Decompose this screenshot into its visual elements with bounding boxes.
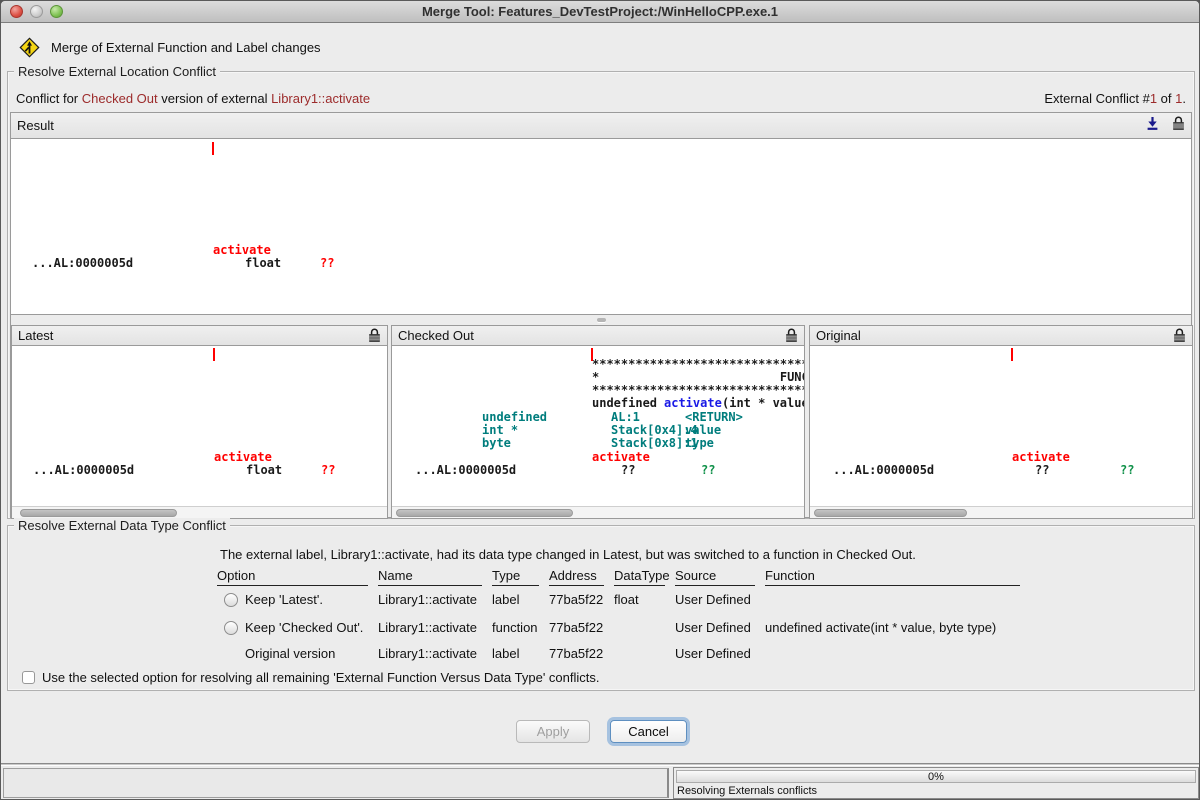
resolve-external-data-type-conflict-group: Resolve External Data Type Conflict The …: [7, 525, 1195, 691]
original-panel-header: Original: [810, 326, 1192, 346]
external-conflict-counter: External Conflict #1 of 1.: [1044, 91, 1186, 106]
source-cell: User Defined: [675, 620, 765, 635]
checked-out-panel: Checked Out ****************************…: [391, 325, 805, 519]
conflict-description-line: Conflict for Checked Out version of exte…: [16, 91, 1186, 106]
conflict-version: Checked Out: [82, 91, 158, 106]
splitter-grip-icon[interactable]: [597, 318, 606, 322]
datatype-cell: float: [614, 592, 675, 607]
type-cell: label: [492, 592, 549, 607]
progress-bar: 0%: [676, 770, 1196, 783]
option-label[interactable]: Keep 'Latest'.: [245, 592, 323, 607]
checked-out-panel-title: Checked Out: [398, 328, 474, 343]
apply-button[interactable]: Apply: [516, 720, 590, 743]
column-option: Option: [217, 568, 368, 586]
address-cell: 77ba5f22: [549, 620, 614, 635]
latest-listing[interactable]: activate...AL:0000005dfloat??: [12, 346, 387, 506]
data-type-conflict-description: The external label, Library1::activate, …: [220, 547, 916, 562]
column-source: Source: [675, 568, 755, 586]
lock-icon[interactable]: [368, 328, 381, 343]
merge-phase-header: Merge of External Function and Label cha…: [19, 37, 321, 58]
function-cell: undefined activate(int * value, byte typ…: [765, 620, 1020, 635]
task-label: Resolving Externals conflicts: [677, 785, 817, 797]
use-for-all-row: Use the selected option for resolving al…: [22, 670, 600, 685]
lock-icon[interactable]: [1172, 116, 1185, 131]
merge-phase-title: Merge of External Function and Label cha…: [51, 40, 321, 55]
column-address: Address: [549, 568, 604, 586]
merge-listing-container: Result activ: [10, 112, 1192, 518]
task-progress-area: 0% Resolving Externals conflicts: [673, 767, 1199, 799]
horizontal-splitter[interactable]: [11, 315, 1191, 325]
keep-checked-out-radio[interactable]: [224, 621, 238, 635]
table-row-keep-checked-out: Keep 'Checked Out'. Library1::activate f…: [217, 620, 1020, 635]
merge-tool-window: Merge Tool: Features_DevTestProject:/Win…: [0, 0, 1200, 800]
merge-road-sign-icon: [19, 37, 40, 58]
titlebar: Merge Tool: Features_DevTestProject:/Win…: [1, 1, 1199, 23]
checked-out-horizontal-scrollbar[interactable]: [392, 506, 804, 518]
conflict-middle: version of external: [158, 91, 271, 106]
progress-percent: 0%: [928, 771, 944, 783]
address-cell: 77ba5f22: [549, 592, 614, 607]
status-message-area: [3, 768, 669, 798]
name-cell: Library1::activate: [378, 592, 492, 607]
column-name: Name: [378, 568, 482, 586]
latest-horizontal-scrollbar[interactable]: [12, 506, 387, 518]
source-cell: User Defined: [675, 646, 765, 661]
table-row-original-version: Original version Library1::activate labe…: [217, 646, 1020, 661]
source-cell: User Defined: [675, 592, 765, 607]
type-cell: function: [492, 620, 549, 635]
column-datatype: DataType: [614, 568, 665, 586]
use-for-all-checkbox[interactable]: [22, 671, 35, 684]
window-title: Merge Tool: Features_DevTestProject:/Win…: [1, 4, 1199, 19]
conflict-symbol: Library1::activate: [271, 91, 370, 106]
resolve-external-location-conflict-group: Resolve External Location Conflict Confl…: [7, 71, 1195, 519]
original-panel: Original activate...AL:0000005d????: [809, 325, 1193, 519]
result-panel-header: Result: [11, 113, 1191, 139]
result-listing[interactable]: activate...AL:0000005dfloat??: [11, 139, 1191, 315]
checked-out-panel-header: Checked Out: [392, 326, 804, 346]
column-type: Type: [492, 568, 539, 586]
option-label[interactable]: Keep 'Checked Out'.: [245, 620, 363, 635]
original-listing[interactable]: activate...AL:0000005d????: [810, 346, 1192, 506]
group1-title: Resolve External Location Conflict: [14, 64, 220, 79]
go-to-location-icon[interactable]: [1146, 116, 1159, 131]
address-cell: 77ba5f22: [549, 646, 614, 661]
conflict-table-header: Option Name Type Address DataType Source…: [217, 568, 1020, 586]
latest-panel-title: Latest: [18, 328, 53, 343]
name-cell: Library1::activate: [378, 620, 492, 635]
group2-title: Resolve External Data Type Conflict: [14, 518, 230, 533]
statusbar-divider: [1, 763, 1199, 766]
table-row-keep-latest: Keep 'Latest'. Library1::activate label …: [217, 592, 1020, 607]
cancel-button[interactable]: Cancel: [610, 720, 687, 743]
use-for-all-label: Use the selected option for resolving al…: [42, 670, 600, 685]
name-cell: Library1::activate: [378, 646, 492, 661]
original-horizontal-scrollbar[interactable]: [810, 506, 1192, 518]
column-function: Function: [765, 568, 1020, 586]
latest-panel-header: Latest: [12, 326, 387, 346]
option-label: Original version: [245, 646, 335, 661]
conflict-prefix: Conflict for: [16, 91, 82, 106]
keep-latest-radio[interactable]: [224, 593, 238, 607]
result-panel-title: Result: [17, 118, 54, 133]
original-panel-title: Original: [816, 328, 861, 343]
latest-panel: Latest activate...AL:0000005dfloat??: [11, 325, 388, 519]
type-cell: label: [492, 646, 549, 661]
lock-icon[interactable]: [785, 328, 798, 343]
lock-icon[interactable]: [1173, 328, 1186, 343]
checked-out-listing[interactable]: ****************************************…: [392, 346, 804, 506]
